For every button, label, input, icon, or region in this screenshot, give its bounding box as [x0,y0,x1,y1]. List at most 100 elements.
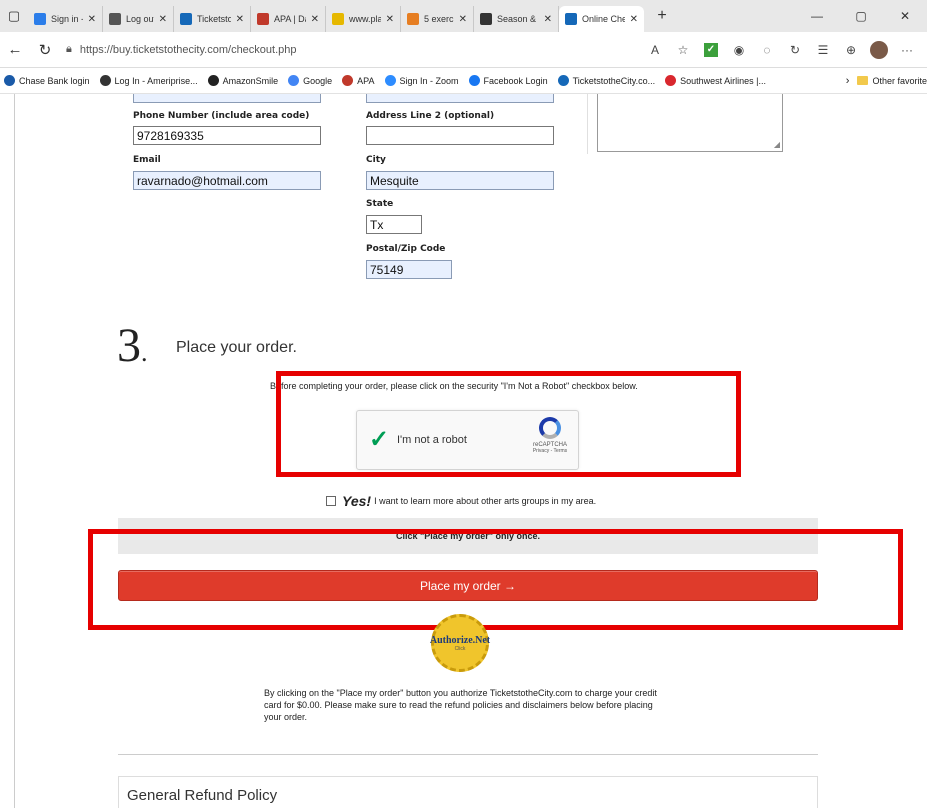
checkout-page: ◢ Phone Number (include area code) 97281… [0,94,927,808]
address-line-1-field[interactable] [366,94,554,103]
new-tab-button[interactable]: + [648,7,676,25]
bookmark-item[interactable]: Google [288,75,332,86]
bookmark-item[interactable]: Southwest Airlines |... [665,75,766,86]
tab-title: 5 exercises [424,14,454,24]
tab-favicon-icon [480,13,492,25]
state-field[interactable]: Tx [366,215,422,234]
bookmark-label: Log In - Ameriprise... [114,75,198,86]
bookmark-label: AmazonSmile [222,75,279,86]
bookmark-favicon-icon [288,75,300,86]
tab-favicon-icon [407,13,419,25]
maximize-icon[interactable]: ▢ [839,0,883,32]
toolbar-icons: A ☆ ✓ ◉ ◌ ↻ ☰ ⊕ ··· [641,36,921,64]
tab-favicon-icon [257,13,269,25]
resize-handle-icon[interactable]: ◢ [774,140,780,149]
refresh-extension-icon[interactable]: ↻ [781,36,809,64]
read-aloud-icon[interactable]: A [641,36,669,64]
bookmark-item[interactable]: Sign In - Zoom [384,75,459,86]
collections-icon[interactable]: ⊕ [837,36,865,64]
folder-icon [857,76,869,85]
tab-close-icon[interactable]: ✕ [459,14,467,25]
tab-title: Sign in - cl [51,14,83,24]
tab-title: Season & C [497,14,539,24]
step-number-digit: 3 [117,319,141,372]
bookmark-favicon-icon [665,75,677,86]
tab-favicon-icon [332,13,344,25]
refund-policy-panel: General Refund Policy [118,776,818,808]
bookmark-item[interactable]: AmazonSmile [207,75,279,86]
city-field[interactable]: Mesquite [366,171,554,190]
authorize-net-seal-icon: Authorize.Net Click [429,614,491,672]
page-border [14,94,15,808]
minimize-icon[interactable]: — [795,0,839,32]
city-label: City [366,155,386,165]
favorite-star-icon[interactable]: ☆ [669,36,697,64]
tab-close-icon[interactable]: ✕ [386,14,394,25]
back-icon[interactable]: ← [0,35,30,65]
optin-text: I want to learn more about other arts gr… [374,496,597,506]
address-line-2-field[interactable] [366,126,554,145]
optin-yes: Yes! [342,493,372,509]
other-favorites[interactable]: Other favorite [857,76,927,86]
refund-policy-title: General Refund Policy [127,787,278,804]
tab-favicon-icon [565,13,577,25]
bookmark-item[interactable]: Log In - Ameriprise... [99,75,198,86]
profile-avatar[interactable] [865,36,893,64]
extension-search-icon[interactable]: ◉ [725,36,753,64]
tab-close-icon[interactable]: ✕ [236,14,244,25]
name-field[interactable] [133,94,321,103]
bookmark-label: APA [357,75,375,86]
zip-field[interactable]: 75149 [366,260,452,279]
tab-7[interactable]: Season & C ✕ [474,6,559,32]
extension-icon[interactable]: ◌ [753,36,781,64]
tab-actions-icon[interactable]: ▢ [0,0,28,32]
tab-4[interactable]: APA | Dash ✕ [251,6,326,32]
tab-favicon-icon [34,13,46,25]
bookmark-favicon-icon [4,75,15,86]
tab-1[interactable]: Sign in - cl ✕ [28,6,103,32]
authorize-net-sub: Click [454,645,466,652]
bookmark-favicon-icon [468,75,480,86]
optin-checkbox[interactable] [326,496,336,506]
tab-8[interactable]: Online Che ✕ [559,6,644,32]
bookmark-item[interactable]: Facebook Login [468,75,548,86]
state-label: State [366,199,394,209]
email-label: Email [133,155,161,165]
authorize-net-name: Authorize.Net [429,634,491,646]
authorize-net-seal[interactable]: Authorize.Net Click [425,614,495,672]
tab-close-icon[interactable]: ✕ [630,14,638,25]
bookmark-label: Southwest Airlines |... [680,75,766,86]
tabs-container: Sign in - cl✕Log out suc✕Ticketstoth✕APA… [28,0,644,32]
tab-close-icon[interactable]: ✕ [159,14,167,25]
bookmarks-overflow-icon[interactable]: › [846,75,850,87]
extension-check-icon[interactable]: ✓ [697,36,725,64]
refresh-icon[interactable]: ↻ [30,35,60,65]
tab-close-icon[interactable]: ✕ [311,14,319,25]
highlight-box-order [88,529,903,630]
close-window-icon[interactable]: ✕ [883,0,927,32]
email-field[interactable]: ravarnado@hotmail.com [133,171,321,190]
url-text: https://buy.ticketstothecity.com/checkou… [79,43,297,56]
tab-2[interactable]: Log out suc ✕ [103,6,174,32]
tab-close-icon[interactable]: ✕ [544,14,552,25]
phone-label: Phone Number (include area code) [133,111,310,121]
tab-close-icon[interactable]: ✕ [88,14,96,25]
favorites-icon[interactable]: ☰ [809,36,837,64]
tab-6[interactable]: 5 exercises ✕ [401,6,474,32]
bookmark-favicon-icon [384,75,396,86]
tab-5[interactable]: www.playin ✕ [326,6,401,32]
bookmark-favicon-icon [342,75,354,86]
address-bar: ← ↻ 🔒︎ https://buy.ticketstothecity.com/… [0,32,927,68]
url-field[interactable]: 🔒︎ https://buy.ticketstothecity.com/chec… [66,36,641,64]
lock-icon[interactable]: 🔒︎ [66,43,72,56]
phone-field[interactable]: 9728169335 [133,126,321,145]
more-options-icon[interactable]: ··· [893,36,921,64]
bookmark-item[interactable]: Chase Bank login [4,75,90,86]
bookmarks-list: Chase Bank login Log In - Ameriprise... Am… [4,75,776,86]
bookmark-item[interactable]: APA [342,75,375,86]
bookmark-label: Sign In - Zoom [399,75,459,86]
tab-title: Online Che [582,14,625,24]
notes-textarea[interactable]: ◢ [597,94,783,152]
tab-3[interactable]: Ticketstoth ✕ [174,6,251,32]
bookmark-item[interactable]: TicketstotheCity.co... [557,75,655,86]
